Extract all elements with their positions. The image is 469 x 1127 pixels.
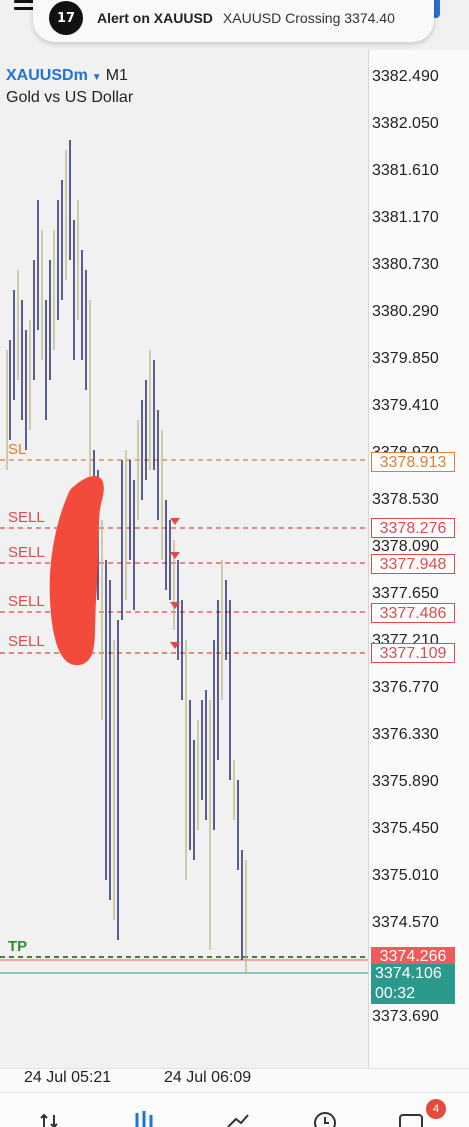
trade-icon[interactable] — [226, 1111, 250, 1127]
price-tick-label: 3375.890 — [372, 773, 439, 790]
sell-price-tag: 3377.109 — [371, 643, 455, 663]
symbol-description: Gold vs US Dollar — [6, 89, 134, 106]
current-price: 3374.106 — [375, 965, 442, 982]
price-tick-label: 3379.410 — [372, 397, 439, 414]
alert-notification[interactable]: 17 Alert on XAUUSD XAUUSD Crossing 3374.… — [33, 0, 434, 42]
sell-line-label: SELL — [8, 593, 45, 610]
price-tick-label: 3379.850 — [372, 350, 439, 367]
price-tick-label: 3381.610 — [372, 162, 439, 179]
tp-line-label: TP — [8, 938, 28, 955]
current-price-tag: 3374.106 00:32 — [371, 964, 455, 1004]
messages-icon[interactable] — [398, 1111, 426, 1127]
price-tick-label: 3380.290 — [372, 303, 439, 320]
price-tick-label: 3378.530 — [372, 491, 439, 508]
caret-down-icon[interactable]: ▼ — [92, 72, 102, 83]
notification-title: Alert on XAUUSD — [97, 10, 213, 26]
sell-line-label: SELL — [8, 509, 45, 526]
price-tick-label: 3382.050 — [372, 115, 439, 132]
sell-price-tag: 3377.486 — [371, 603, 455, 623]
notification-message: XAUUSD Crossing 3374.40 — [222, 10, 395, 26]
price-tick-label: 3374.570 — [372, 914, 439, 931]
sell-arrow-icon — [170, 552, 180, 559]
symbol-name[interactable]: XAUUSDm — [6, 67, 88, 84]
chart-icon[interactable] — [132, 1111, 156, 1127]
price-tick-label: 3382.490 — [372, 68, 439, 85]
sl-line-label: SL — [8, 441, 27, 458]
price-tick-label: 3376.330 — [372, 726, 439, 743]
hamburger-menu-icon[interactable] — [14, 0, 34, 14]
bottom-navigation — [0, 1092, 469, 1127]
sell-price-tag: 3378.276 — [371, 518, 455, 538]
quotes-icon[interactable] — [40, 1111, 64, 1127]
price-tick-label: 3377.650 — [372, 585, 439, 602]
sl-price-tag: 3378.913 — [371, 452, 455, 472]
time-label: 24 Jul 05:21 — [24, 1069, 112, 1086]
sell-arrow-icon — [170, 518, 180, 525]
history-icon[interactable] — [312, 1111, 338, 1127]
price-tick-label: 3373.690 — [372, 1008, 439, 1025]
candle-countdown: 00:32 — [375, 985, 416, 1002]
price-tick-label: 3375.450 — [372, 820, 439, 837]
timeframe-label: M1 — [105, 67, 128, 84]
sell-line-label: SELL — [8, 544, 45, 561]
price-tick-label: 3381.170 — [372, 209, 439, 226]
notification-badge: 4 — [426, 1099, 446, 1119]
price-tick-label: 3375.010 — [372, 867, 439, 884]
sell-line-label: SELL — [8, 633, 45, 650]
price-tick-label: 3376.770 — [372, 679, 439, 696]
price-tick-label: 3380.730 — [372, 256, 439, 273]
redaction-scribble — [49, 476, 104, 666]
symbol-header[interactable]: XAUUSDm ▼ M1 — [6, 67, 128, 85]
sell-price-tag: 3377.948 — [371, 554, 455, 574]
time-label: 24 Jul 06:09 — [164, 1069, 252, 1086]
tradingview-logo-icon: 17 — [49, 1, 83, 35]
